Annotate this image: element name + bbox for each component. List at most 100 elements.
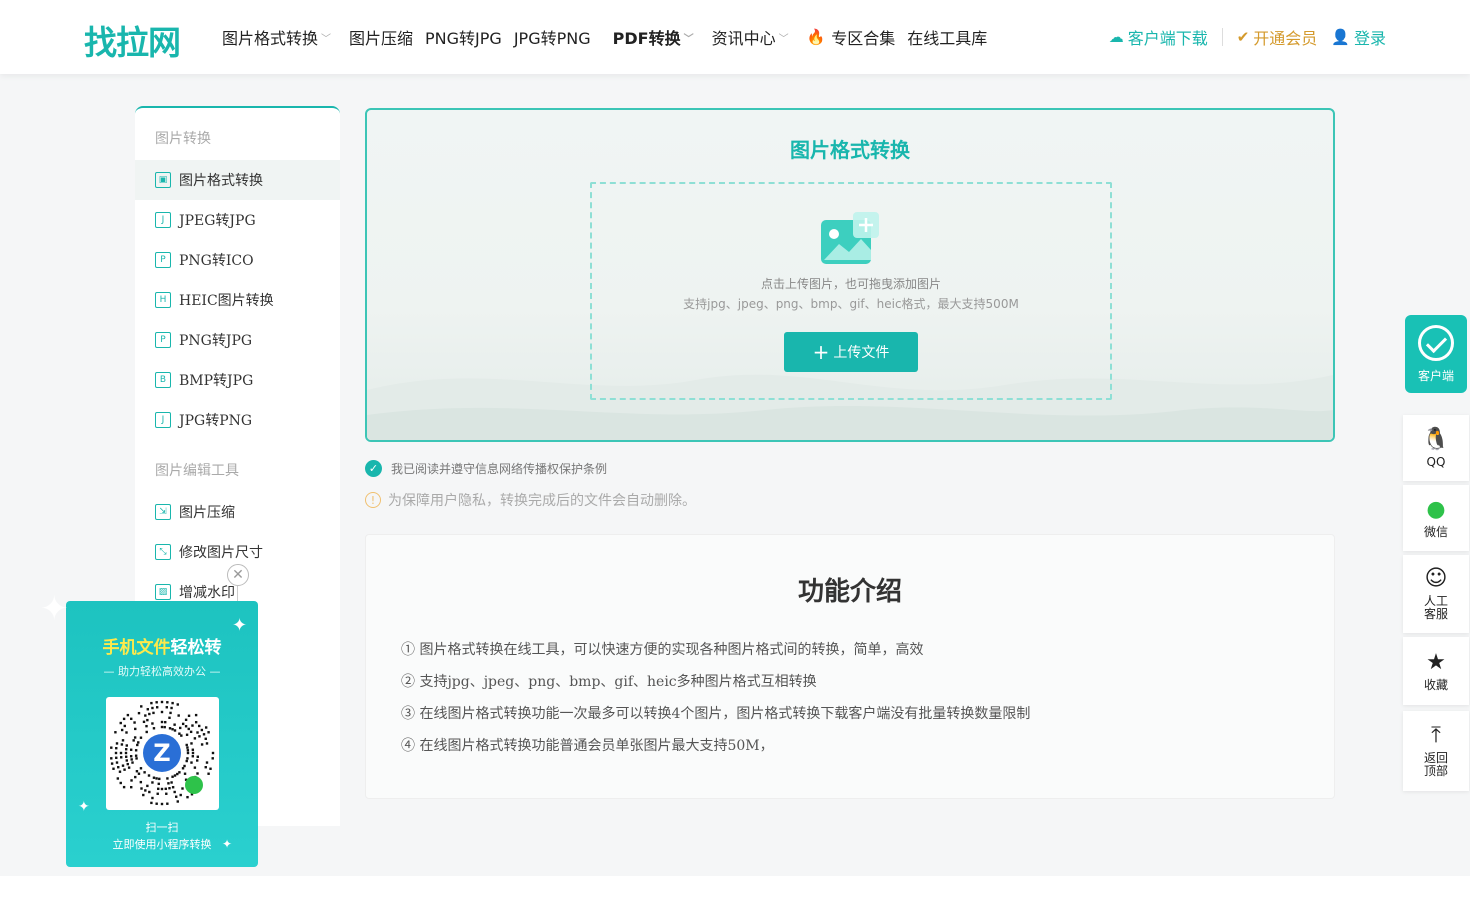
agreement-checkbox[interactable]: ✓ 我已阅读并遵守信息网络传播权保护条例 bbox=[365, 460, 607, 477]
nav-item-label: 在线工具库 bbox=[907, 29, 988, 48]
user-icon: 👤 bbox=[1331, 28, 1350, 46]
sparkle-icon: ✦ bbox=[40, 589, 69, 629]
promo-title: 手机文件轻松转 bbox=[66, 633, 258, 658]
vip-link[interactable]: ✔ 开通会员 bbox=[1237, 25, 1318, 49]
upload-panel: 图片格式转换 点击上传图片，也可拖曳添加图片 支持jpg、jpeg、png、bm… bbox=[365, 108, 1335, 442]
sidebar-item[interactable]: ⇲ 图片压缩 bbox=[135, 492, 340, 532]
sidebar-section-title: 图片编辑工具 bbox=[155, 463, 239, 479]
wechat-button[interactable]: ● 微信 bbox=[1403, 485, 1469, 551]
client-download-link[interactable]: ☁ 客户端下载 bbox=[1109, 25, 1208, 49]
promo-title-highlight: 手机文件 bbox=[102, 638, 171, 658]
mini-program-qr-code: Z bbox=[106, 697, 219, 810]
sidebar-item[interactable]: P PNG转ICO bbox=[135, 240, 340, 280]
qr-pattern: Z bbox=[110, 700, 215, 806]
sidebar-item-label: PNG转ICO bbox=[179, 253, 254, 269]
nav-item[interactable]: JPG转PNG bbox=[514, 25, 591, 49]
upload-button-label: 上传文件 bbox=[833, 345, 890, 361]
promo-subtitle: — 助力轻松高效办公 — bbox=[103, 665, 221, 678]
j-file-icon: J bbox=[155, 412, 171, 428]
sidebar-item[interactable]: J JPG转PNG bbox=[135, 400, 340, 440]
nav-item-label: 图片格式转换 bbox=[222, 29, 319, 48]
upload-dropzone[interactable]: 点击上传图片，也可拖曳添加图片 支持jpg、jpeg、png、bmp、gif、h… bbox=[590, 182, 1112, 400]
qq-icon: 🐧 bbox=[1422, 426, 1450, 452]
agreement-label: 我已阅读并遵守信息网络传播权保护条例 bbox=[391, 462, 608, 476]
nav-item[interactable]: PDF转换 ﹀ bbox=[613, 25, 700, 49]
promo-close-button[interactable]: ✕ bbox=[227, 564, 249, 586]
chevron-down-icon: ﹀ bbox=[778, 33, 789, 45]
promo-title-rest: 轻松转 bbox=[170, 638, 222, 658]
image-upload-icon bbox=[821, 212, 879, 264]
h-file-icon: H bbox=[155, 292, 171, 308]
image-icon: ▣ bbox=[155, 172, 171, 188]
p-file-icon: P bbox=[155, 332, 171, 348]
sidebar-section-title: 图片转换 bbox=[155, 131, 211, 147]
check-icon[interactable]: ✓ bbox=[365, 460, 382, 477]
wechat-icon: ● bbox=[1426, 496, 1446, 522]
top-label-2: 顶部 bbox=[1423, 764, 1448, 778]
nav-item[interactable]: PNG转JPG bbox=[425, 25, 502, 49]
back-to-top-button[interactable]: ⤒ 返回 顶部 bbox=[1403, 711, 1469, 791]
top-header: 找拉网 图片格式转换 ﹀ 图片压缩 PNG转JPG JPG转PNG PDF转换 ﹀ 资讯中心 ﹀… bbox=[0, 0, 1470, 74]
login-link[interactable]: 👤 登录 bbox=[1331, 25, 1386, 49]
b-file-icon: B bbox=[155, 372, 171, 388]
client-download-label: 客户端下载 bbox=[1127, 29, 1208, 48]
favorite-button[interactable]: ★ 收藏 bbox=[1403, 637, 1469, 705]
service-label-2: 客服 bbox=[1423, 607, 1448, 621]
intro-title: 功能介绍 bbox=[797, 577, 902, 607]
intro-item: ④ 在线图片格式转换功能普通会员单张图片最大支持50M， bbox=[401, 738, 774, 754]
sidebar-item[interactable]: ▣ 图片格式转换 bbox=[135, 160, 340, 200]
chevron-down-icon: ﹀ bbox=[683, 33, 694, 45]
intro-list: ① 图片格式转换在线工具，可以快速方便的实现各种图片格式间的转换，简单，高效 ② … bbox=[401, 639, 1030, 767]
nav-item-label: PNG转JPG bbox=[425, 29, 502, 48]
privacy-notice: ! 为保障用户隐私，转换完成后的文件会自动删除。 bbox=[365, 490, 696, 510]
nav-item-label: 专区合集 bbox=[831, 29, 896, 48]
site-logo[interactable]: 找拉网 bbox=[84, 16, 181, 62]
plus-icon: + bbox=[812, 340, 830, 364]
vip-label: 开通会员 bbox=[1253, 29, 1318, 48]
vip-icon: ✔ bbox=[1236, 28, 1250, 46]
mini-program-promo: ✦ ✦ ✦ ✦ 手机文件轻松转 — 助力轻松高效办公 — Z 扫一扫 立即使用小… bbox=[40, 589, 258, 867]
sidebar-item-label: JPG转PNG bbox=[179, 413, 253, 429]
nav-item-label: 图片压缩 bbox=[349, 29, 414, 48]
upload-hint: 点击上传图片，也可拖曳添加图片 bbox=[760, 277, 941, 291]
sparkle-icon: ✦ bbox=[78, 799, 90, 815]
qr-logo-letter: Z bbox=[153, 739, 170, 767]
nav-item[interactable]: 资讯中心 ﹀ bbox=[712, 25, 795, 49]
resize-icon: ⤡ bbox=[155, 544, 171, 560]
sidebar-item-label: 图片压缩 bbox=[179, 505, 235, 521]
sidebar-item-label: 修改图片尺寸 bbox=[179, 545, 263, 561]
nav-item[interactable]: 在线工具库 bbox=[907, 25, 987, 49]
nav-item[interactable]: 图片格式转换 ﹀ bbox=[222, 25, 337, 49]
sidebar-item[interactable]: H HEIC图片转换 bbox=[135, 280, 340, 320]
sidebar-item-label: BMP转JPG bbox=[179, 373, 254, 389]
upload-format-hint: 支持jpg、jpeg、png、bmp、gif、heic格式，最大支持500M bbox=[683, 297, 1019, 311]
upload-title: 图片格式转换 bbox=[790, 138, 910, 162]
arrow-up-icon: ⤒ bbox=[1431, 723, 1441, 748]
nav-item-label: PDF转换 bbox=[612, 29, 681, 48]
qq-button[interactable]: 🐧 QQ bbox=[1403, 415, 1469, 481]
client-app-icon bbox=[1418, 325, 1454, 361]
promo-connector bbox=[237, 586, 238, 602]
client-float-button[interactable]: 客户端 bbox=[1405, 315, 1467, 393]
wechat-label: 微信 bbox=[1423, 524, 1448, 539]
promo-use-label: 立即使用小程序转换 bbox=[112, 838, 212, 851]
intro-item: ③ 在线图片格式转换功能一次最多可以转换4个图片，图片格式转换下载客户端没有批量… bbox=[401, 706, 1031, 722]
upload-file-button[interactable]: + 上传文件 bbox=[784, 332, 918, 372]
j-file-icon: J bbox=[155, 212, 171, 228]
qq-label: QQ bbox=[1426, 454, 1446, 469]
nav-item[interactable]: 图片压缩 bbox=[349, 25, 413, 49]
login-label: 登录 bbox=[1353, 29, 1386, 48]
sidebar-item[interactable]: P PNG转JPG bbox=[135, 320, 340, 360]
fire-icon: 🔥 bbox=[806, 28, 826, 46]
nav-item[interactable]: 🔥 专区合集 bbox=[807, 25, 896, 49]
sidebar-item-label: JPEG转JPG bbox=[179, 213, 256, 229]
agent-icon: ☺ bbox=[1424, 566, 1448, 591]
sidebar-item-label: 图片格式转换 bbox=[179, 173, 263, 189]
nav-item-label: JPG转PNG bbox=[513, 29, 591, 48]
sidebar-item[interactable]: B BMP转JPG bbox=[135, 360, 340, 400]
intro-item: ② 支持jpg、jpeg、png、bmp、gif、heic多种图片格式互相转换 bbox=[401, 674, 817, 690]
customer-service-button[interactable]: ☺ 人工 客服 bbox=[1403, 555, 1469, 633]
main-nav: 图片格式转换 ﹀ 图片压缩 PNG转JPG JPG转PNG PDF转换 ﹀ 资讯中心 ﹀ 🔥 专区合… bbox=[222, 25, 999, 49]
compress-icon: ⇲ bbox=[155, 504, 171, 520]
sidebar-item[interactable]: J JPEG转JPG bbox=[135, 200, 340, 240]
